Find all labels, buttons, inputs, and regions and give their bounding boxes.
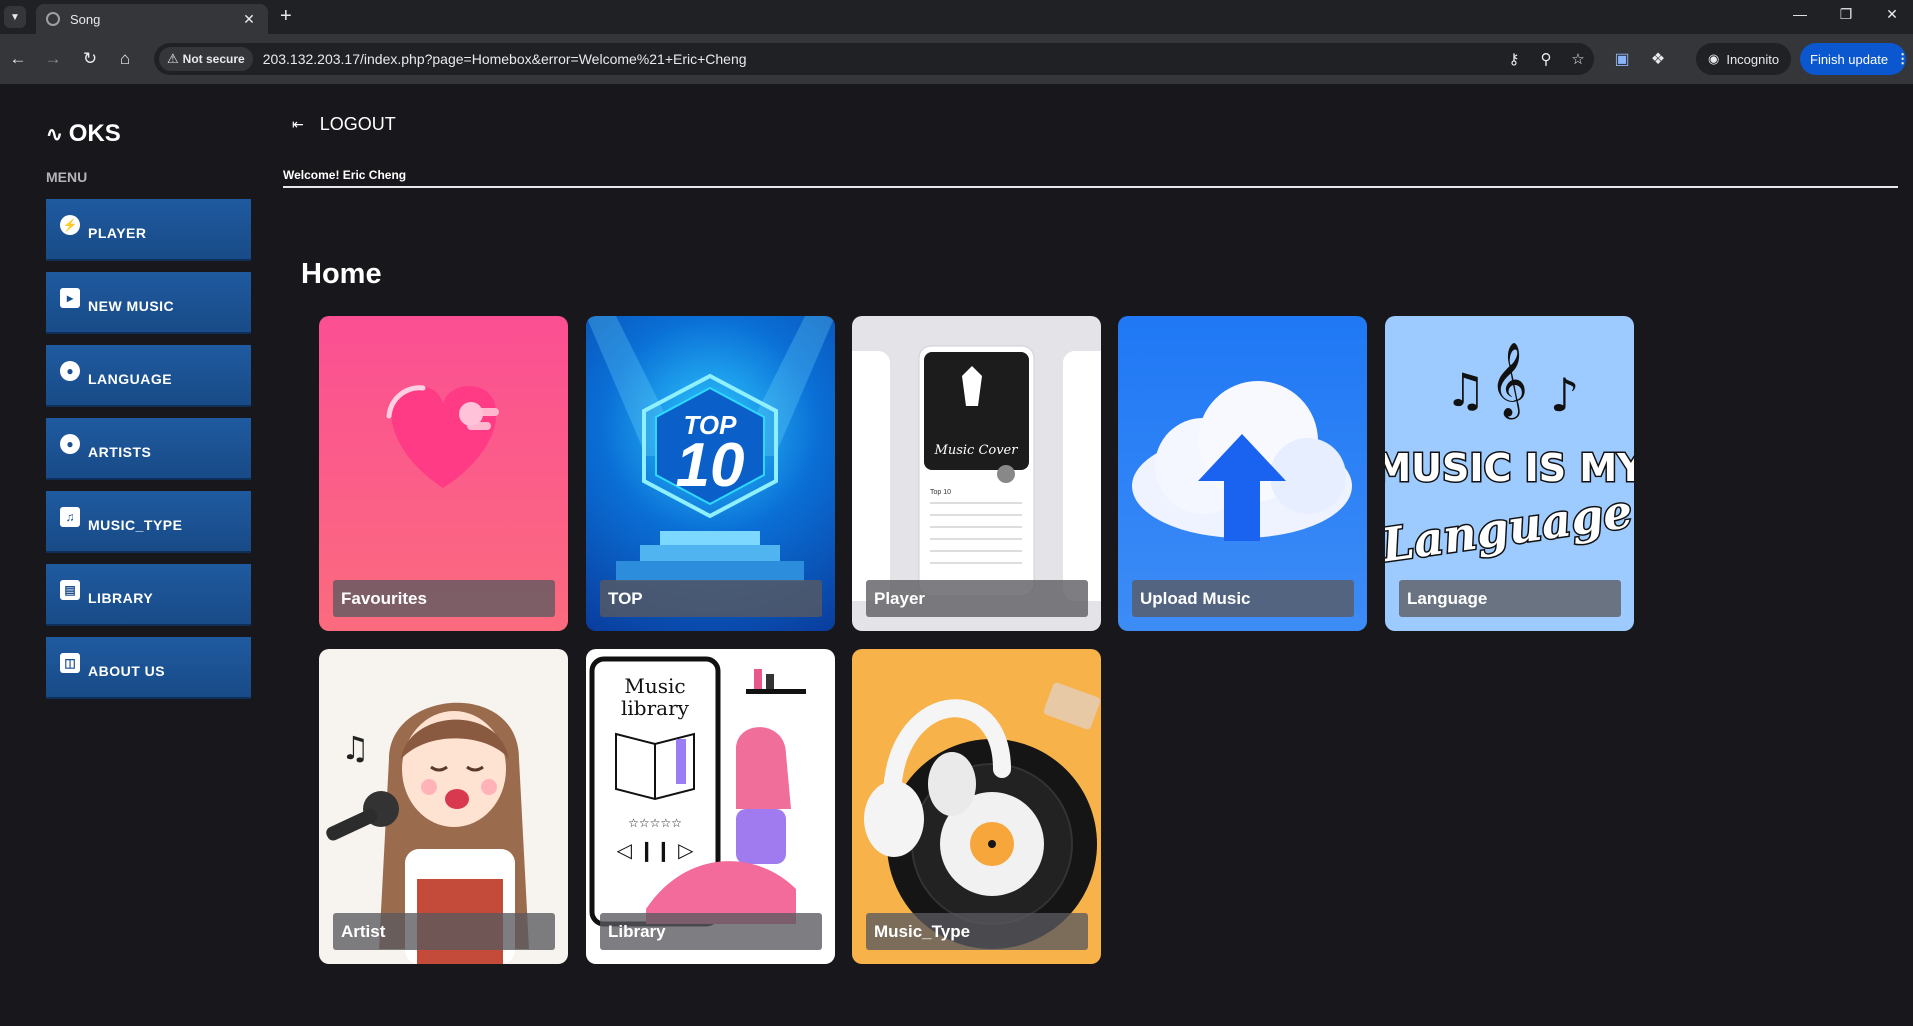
microphone-icon: ● — [60, 434, 80, 454]
incognito-icon: ◉ — [1708, 51, 1720, 66]
card-music-type[interactable]: Music_Type — [852, 649, 1101, 964]
sidebar-item-label: ARTISTS — [88, 444, 152, 460]
globe-icon — [46, 12, 60, 26]
window-close-icon[interactable]: ✕ — [1872, 6, 1912, 23]
browser-tabstrip: ▼ Song ✕ + — ❐ ✕ — [0, 0, 1913, 34]
card-label: Player — [866, 580, 1088, 617]
logout-icon: ⇤ — [292, 116, 304, 132]
card-top[interactable]: TOP 10 TOP — [586, 316, 835, 631]
sidebar-item-about-us[interactable]: ◫ ABOUT US — [46, 637, 251, 699]
sidebar-item-label: PLAYER — [88, 225, 147, 241]
more-vert-icon: ⋮ — [1896, 51, 1910, 66]
card-language[interactable]: ♫ 𝄞 ♪ MUSIC IS MY Language Language — [1385, 316, 1634, 631]
sidebar-item-label: MUSIC_TYPE — [88, 517, 183, 533]
pulse-icon: ∿ — [46, 123, 63, 146]
lang-line1-text: MUSIC IS MY — [1385, 446, 1634, 490]
card-player[interactable]: Music Cover Top 10 Player — [852, 316, 1101, 631]
phone-caption-text: Music Cover — [934, 443, 1019, 458]
sidebar-item-label: LIBRARY — [88, 590, 154, 606]
card-label: Language — [1399, 580, 1621, 617]
tab-search-chevron-icon[interactable]: ▼ — [4, 6, 26, 28]
zoom-icon[interactable]: ⚲ — [1530, 50, 1562, 68]
sidebar-item-label: NEW MUSIC — [88, 298, 175, 314]
menu-heading: MENU — [46, 169, 88, 185]
treble-clef-icon: 𝄞 — [1490, 343, 1528, 420]
radio-icon: ◫ — [60, 653, 80, 673]
music-note-icon: ♪ — [1550, 368, 1579, 422]
lang-line2-text: Language — [1385, 484, 1634, 573]
sidebar-item-player[interactable]: ⚡ PLAYER — [46, 199, 251, 261]
player-controls-icon: ◁ ❙❙ ▷ — [616, 838, 695, 862]
logo-text: OKS — [68, 120, 121, 147]
incognito-label: Incognito — [1726, 51, 1780, 67]
sidebar-item-label: LANGUAGE — [88, 371, 173, 387]
card-favourites[interactable]: Favourites — [319, 316, 568, 631]
key-icon[interactable]: ⚷ — [1498, 50, 1530, 68]
card-library[interactable]: Music library ☆☆☆☆☆ ◁ ❙❙ ▷ Library — [586, 649, 835, 964]
card-label: TOP — [600, 580, 822, 617]
tab-title: Song — [70, 11, 101, 27]
finish-update-label: Finish update — [1810, 51, 1889, 67]
music-note-icon: ♫ — [1445, 363, 1486, 417]
header-divider — [283, 186, 1898, 188]
sidebar-item-new-music[interactable]: ▸ NEW MUSIC — [46, 272, 251, 334]
card-artist[interactable]: ♫ Artist — [319, 649, 568, 964]
card-upload-music[interactable]: Upload Music — [1118, 316, 1367, 631]
sidebar-item-artists[interactable]: ● ARTISTS — [46, 418, 251, 480]
home-icon[interactable]: ⌂ — [114, 49, 136, 69]
extensions-puzzle-icon[interactable]: ❖ — [1646, 49, 1670, 69]
welcome-message: Welcome! Eric Cheng — [283, 168, 407, 182]
card-label: Upload Music — [1132, 580, 1354, 617]
card-label: Library — [600, 913, 822, 950]
speaker-icon: ▸ — [60, 288, 80, 308]
globe-icon: ● — [60, 361, 80, 381]
restore-icon[interactable]: ❐ — [1826, 6, 1866, 23]
extension-a-icon[interactable]: ▣ — [1610, 49, 1634, 69]
url-text[interactable]: 203.132.203.17/index.php?page=Homebox&er… — [263, 51, 1498, 67]
security-label: Not secure — [182, 52, 245, 66]
sidebar-item-label: ABOUT US — [88, 663, 166, 679]
warning-triangle-icon: ⚠ — [167, 51, 179, 66]
back-arrow-icon[interactable]: ← — [7, 49, 29, 69]
page-content: ∿ OKS MENU ⚡ PLAYER ▸ NEW MUSIC ● LANGUA… — [0, 84, 1913, 1026]
bolt-icon: ⚡ — [60, 215, 80, 235]
browser-toolbar: ← → ↻ ⌂ ⚠ Not secure 203.132.203.17/inde… — [0, 34, 1913, 84]
logout-button[interactable]: ⇤ LOGOUT — [292, 114, 396, 135]
sidebar-item-library[interactable]: ▤ LIBRARY — [46, 564, 251, 626]
address-bar[interactable]: ⚠ Not secure 203.132.203.17/index.php?pa… — [154, 43, 1594, 75]
sidebar-item-language[interactable]: ● LANGUAGE — [46, 345, 251, 407]
card-label: Music_Type — [866, 913, 1088, 950]
music-note-icon: ♫ — [341, 729, 370, 767]
forward-arrow-icon[interactable]: → — [42, 49, 64, 69]
bookmark-star-icon[interactable]: ☆ — [1562, 50, 1594, 68]
close-icon[interactable]: ✕ — [240, 11, 258, 28]
music-note-icon: ♫ — [60, 507, 80, 527]
browser-tab[interactable]: Song ✕ — [36, 4, 268, 34]
rating-stars-icon: ☆☆☆☆☆ — [628, 816, 682, 830]
book-icon: ▤ — [60, 580, 80, 600]
security-chip[interactable]: ⚠ Not secure — [159, 47, 253, 71]
logo[interactable]: ∿ OKS — [46, 120, 121, 148]
reload-icon[interactable]: ↻ — [79, 49, 101, 69]
library-line1-text: Music — [624, 674, 685, 698]
sidebar-item-music-type[interactable]: ♫ MUSIC_TYPE — [46, 491, 251, 553]
library-line2-text: library — [621, 696, 690, 720]
incognito-chip[interactable]: ◉ Incognito — [1696, 43, 1792, 75]
card-label: Favourites — [333, 580, 555, 617]
new-tab-plus-icon[interactable]: + — [280, 5, 292, 28]
finish-update-button[interactable]: Finish update ⋮ — [1800, 43, 1910, 75]
logout-label: LOGOUT — [319, 114, 396, 134]
page-title: Home — [301, 258, 382, 290]
phone-list-title: Top 10 — [930, 489, 951, 496]
top-number-text: 10 — [676, 431, 745, 500]
minimize-icon[interactable]: — — [1780, 6, 1820, 22]
card-label: Artist — [333, 913, 555, 950]
